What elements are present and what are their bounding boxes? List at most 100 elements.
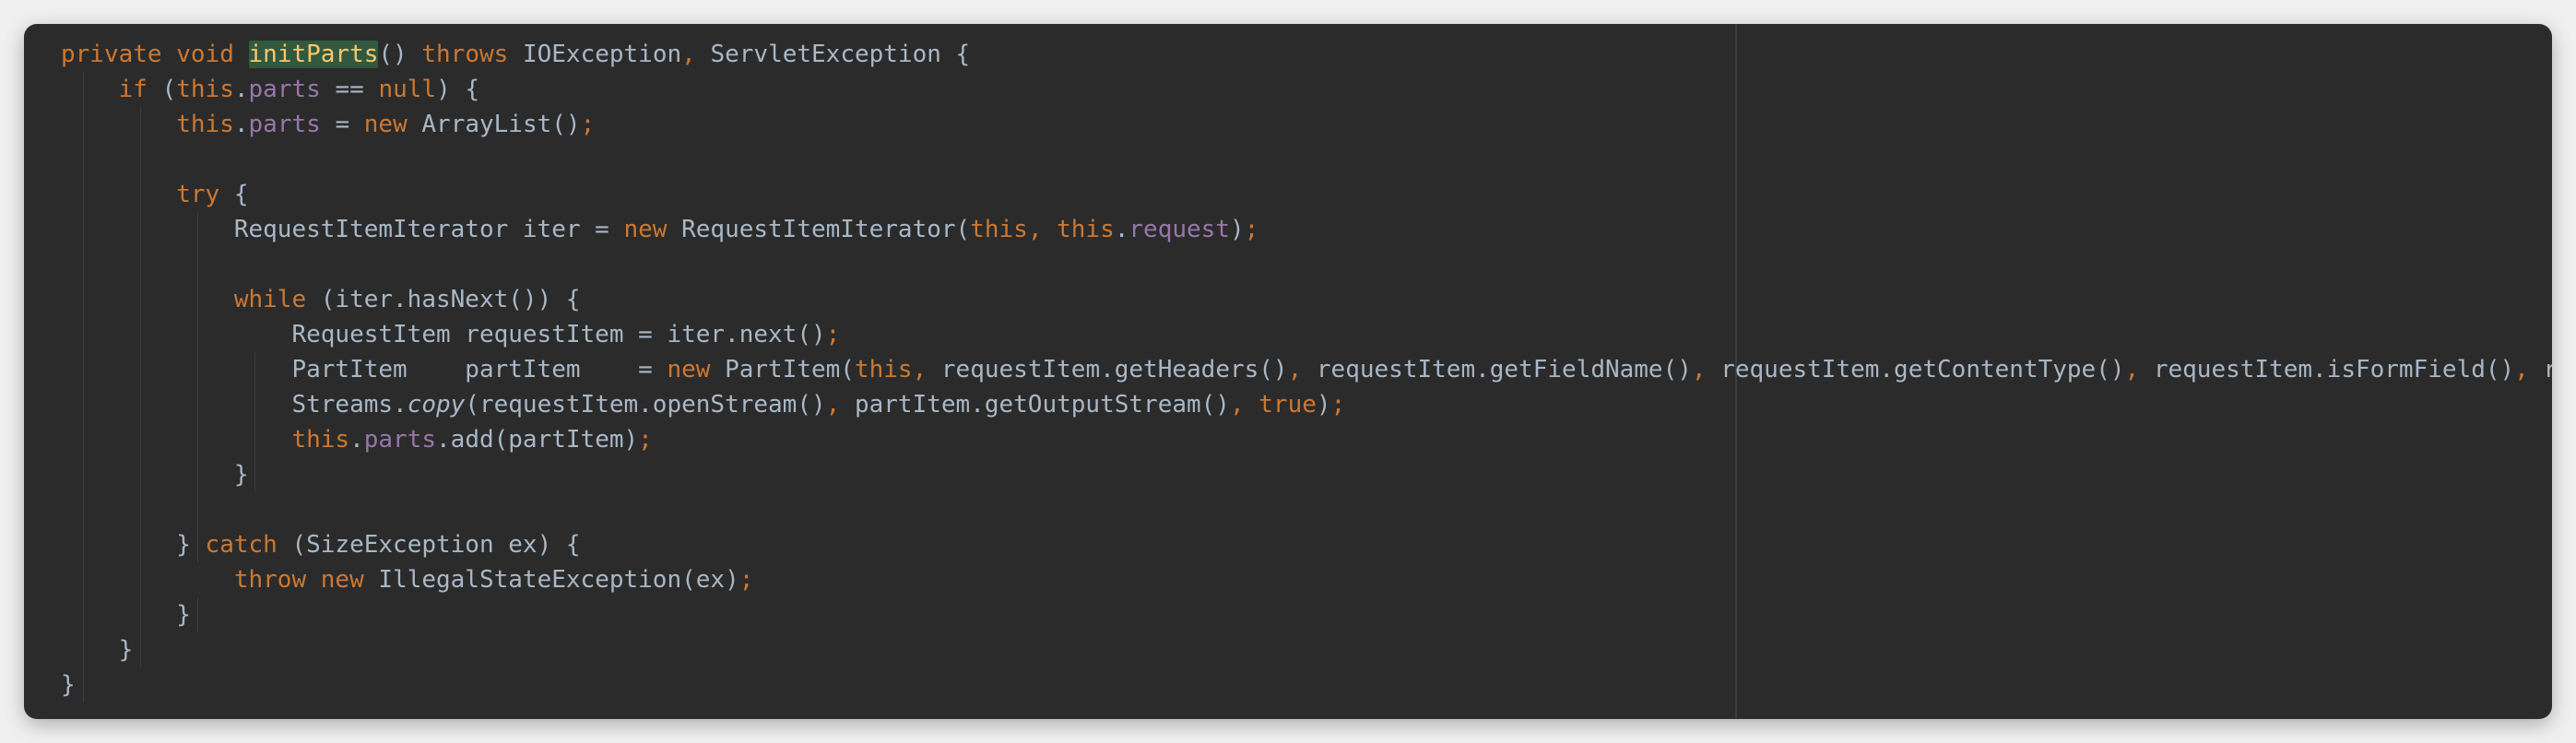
code-token: } bbox=[61, 671, 76, 699]
code-line[interactable] bbox=[61, 142, 2552, 177]
highlighted-identifier: initParts bbox=[248, 41, 379, 68]
code-token: ; bbox=[580, 111, 596, 138]
code-token: . bbox=[233, 111, 249, 138]
code-token: catch bbox=[205, 531, 292, 559]
code-token: ) bbox=[1316, 391, 1331, 419]
code-token: throws bbox=[421, 41, 523, 68]
code-token: new bbox=[623, 216, 682, 243]
code-token: == bbox=[320, 76, 379, 103]
code-token: this bbox=[970, 216, 1028, 243]
code-line[interactable]: if (this.parts == null) { bbox=[61, 72, 2552, 107]
code-line[interactable]: } bbox=[61, 667, 2552, 702]
code-token: RequestItemIterator( bbox=[681, 216, 971, 243]
code-token: , bbox=[1229, 391, 1259, 419]
code-token: request bbox=[1128, 216, 1230, 243]
code-token: (iter.hasNext()) { bbox=[320, 286, 581, 313]
code-token: ( bbox=[161, 76, 177, 103]
code-token: null bbox=[378, 76, 437, 103]
code-token: . bbox=[1114, 216, 1129, 243]
code-token: , bbox=[912, 356, 941, 383]
code-line[interactable]: } bbox=[61, 457, 2552, 492]
code-editor[interactable]: private void initParts() throws IOExcept… bbox=[24, 24, 2552, 719]
code-token: r bbox=[2543, 356, 2552, 383]
code-line[interactable] bbox=[61, 492, 2552, 527]
code-token: this bbox=[1057, 216, 1115, 243]
code-token: ) bbox=[1229, 216, 1245, 243]
code-token: this bbox=[176, 76, 234, 103]
code-token: , bbox=[681, 41, 711, 68]
code-token: while bbox=[233, 286, 321, 313]
code-line[interactable]: while (iter.hasNext()) { bbox=[61, 282, 2552, 317]
code-token: IllegalStateException(ex) bbox=[378, 566, 739, 594]
code-token: throw bbox=[233, 566, 321, 594]
code-token: new bbox=[667, 356, 726, 383]
code-token: ; bbox=[825, 321, 841, 348]
code-line[interactable]: PartItem partItem = new PartItem(this, r… bbox=[61, 352, 2552, 387]
code-token: true bbox=[1258, 391, 1317, 419]
code-line[interactable]: private void initParts() throws IOExcept… bbox=[61, 37, 2552, 72]
code-token: PartItem( bbox=[725, 356, 855, 383]
code-token: } bbox=[61, 636, 134, 664]
code-token: this bbox=[176, 111, 234, 138]
code-token: , bbox=[2514, 356, 2544, 383]
code-token: , bbox=[2124, 356, 2154, 383]
code-token: try bbox=[176, 181, 234, 208]
code-token: { bbox=[233, 181, 249, 208]
code-token: partItem.getOutputStream() bbox=[854, 391, 1230, 419]
code-token: () bbox=[378, 41, 422, 68]
code-line[interactable]: throw new IllegalStateException(ex); bbox=[61, 562, 2552, 597]
code-token: RequestItem requestItem = iter.next() bbox=[61, 321, 826, 348]
code-token: .add(partItem) bbox=[436, 426, 639, 454]
code-token: new bbox=[320, 566, 379, 594]
code-token: ServletException { bbox=[710, 41, 971, 68]
code-token: , bbox=[1287, 356, 1317, 383]
code-token: void bbox=[176, 41, 249, 68]
code-line[interactable]: this.parts.add(partItem); bbox=[61, 422, 2552, 457]
code-line[interactable]: } catch (SizeException ex) { bbox=[61, 527, 2552, 562]
code-token: (requestItem.openStream() bbox=[465, 391, 826, 419]
code-token: private bbox=[61, 41, 177, 68]
code-token: ; bbox=[638, 426, 653, 454]
code-line[interactable]: try { bbox=[61, 177, 2552, 212]
code-token: . bbox=[233, 76, 249, 103]
code-token: requestItem.getFieldName() bbox=[1316, 356, 1692, 383]
code-token: ; bbox=[1244, 216, 1259, 243]
code-token: (SizeException ex) { bbox=[291, 531, 581, 559]
code-token: ArrayList() bbox=[421, 111, 581, 138]
code-token: requestItem.getContentType() bbox=[1720, 356, 2125, 383]
code-line[interactable]: this.parts = new ArrayList(); bbox=[61, 107, 2552, 142]
code-token: PartItem partItem = bbox=[61, 356, 668, 383]
code-token: requestItem.getHeaders() bbox=[940, 356, 1288, 383]
code-token: parts bbox=[248, 76, 321, 103]
code-token: new bbox=[363, 111, 422, 138]
code-token: Streams. bbox=[61, 391, 408, 419]
code-token: IOException bbox=[522, 41, 682, 68]
code-line[interactable]: Streams.copy(requestItem.openStream(), p… bbox=[61, 387, 2552, 422]
code-token: , bbox=[825, 391, 855, 419]
code-line[interactable]: RequestItem requestItem = iter.next(); bbox=[61, 317, 2552, 352]
code-token: if bbox=[118, 76, 162, 103]
code-token: requestItem.isFormField() bbox=[2153, 356, 2515, 383]
code-token: copy bbox=[407, 391, 466, 419]
code-token: } bbox=[61, 461, 249, 489]
code-token: this bbox=[291, 426, 350, 454]
code-line[interactable] bbox=[61, 247, 2552, 282]
code-token: } bbox=[61, 601, 191, 629]
code-token: = bbox=[320, 111, 364, 138]
code-line[interactable]: RequestItemIterator iter = new RequestIt… bbox=[61, 212, 2552, 247]
code-token: this bbox=[854, 356, 913, 383]
code-line[interactable]: } bbox=[61, 597, 2552, 632]
code-token: , bbox=[1691, 356, 1721, 383]
code-area[interactable]: private void initParts() throws IOExcept… bbox=[61, 37, 2552, 702]
code-line[interactable]: } bbox=[61, 632, 2552, 667]
code-token: . bbox=[349, 426, 364, 454]
code-token: } bbox=[61, 531, 206, 559]
code-token: ) { bbox=[436, 76, 480, 103]
code-token: parts bbox=[248, 111, 321, 138]
